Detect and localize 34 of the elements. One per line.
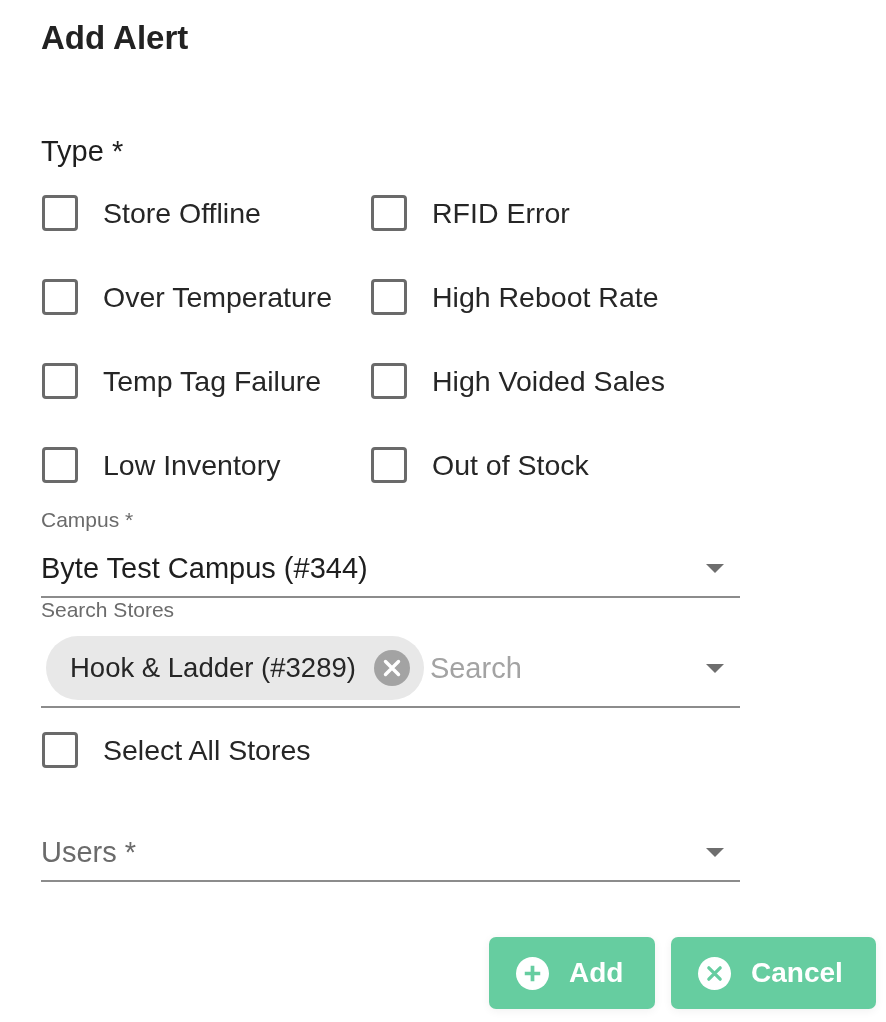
field-label: Users * bbox=[41, 836, 137, 868]
checkbox[interactable] bbox=[371, 447, 407, 483]
checkbox-label: Low Inventory bbox=[103, 449, 281, 481]
search-input[interactable]: Search bbox=[429, 652, 630, 684]
caret-icon bbox=[706, 847, 724, 857]
checkbox[interactable] bbox=[42, 363, 78, 399]
caret-icon bbox=[706, 663, 724, 673]
caret-icon bbox=[706, 563, 724, 573]
users-select[interactable]: Users * bbox=[41, 836, 740, 882]
field-label: Search Stores bbox=[41, 599, 175, 621]
checkbox[interactable] bbox=[42, 195, 78, 231]
type-label: Type * bbox=[41, 135, 124, 167]
close-circle-icon bbox=[698, 956, 731, 990]
checkbox-label: High Voided Sales bbox=[432, 365, 665, 397]
campus-select[interactable]: Campus * Byte Test Campus (#344) bbox=[41, 509, 740, 598]
checkbox-label: Over Temperature bbox=[103, 281, 333, 313]
checkbox-label: Select All Stores bbox=[103, 734, 311, 766]
checkbox[interactable] bbox=[42, 279, 78, 315]
chip-label: Hook & Ladder (#3289) bbox=[70, 652, 356, 684]
checkbox[interactable] bbox=[371, 195, 407, 231]
checkbox-label: Temp Tag Failure bbox=[103, 365, 322, 397]
field-label: Campus * bbox=[41, 509, 134, 531]
checkbox[interactable] bbox=[42, 447, 78, 483]
checkbox-label: RFID Error bbox=[432, 197, 570, 229]
dialog-title: Add Alert bbox=[41, 18, 189, 58]
checkbox[interactable] bbox=[371, 363, 407, 399]
select-value: Byte Test Campus (#344) bbox=[41, 552, 368, 584]
checkbox-label: Store Offline bbox=[103, 197, 261, 229]
plus-circle-icon bbox=[516, 956, 549, 990]
checkbox-label: Out of Stock bbox=[432, 449, 589, 481]
checkbox-label: High Reboot Rate bbox=[432, 281, 659, 313]
store-search-field[interactable]: Search Stores Hook & Ladder (#3289) Search bbox=[41, 599, 740, 708]
checkbox[interactable] bbox=[371, 279, 407, 315]
checkbox[interactable] bbox=[42, 732, 78, 768]
